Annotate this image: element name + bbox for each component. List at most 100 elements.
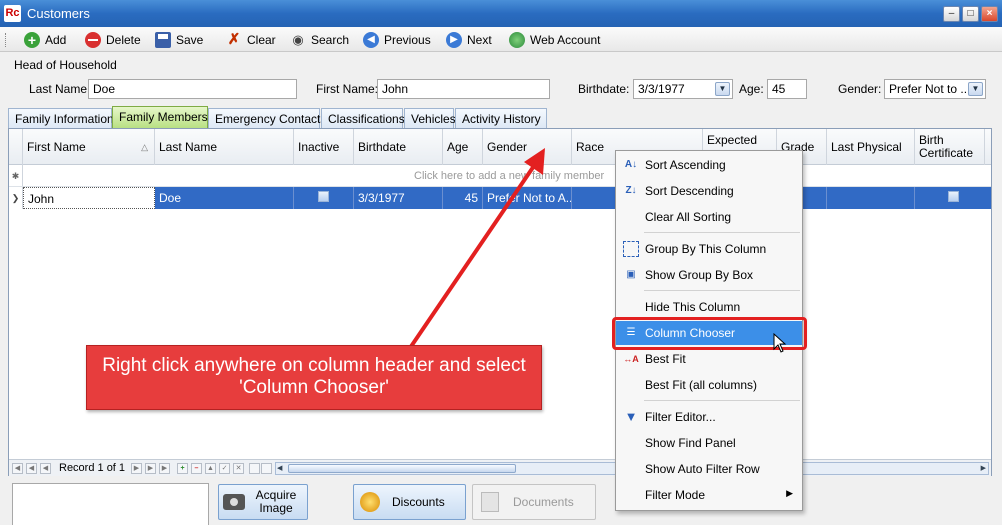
menu-item-hide-column[interactable]: Hide This Column (616, 295, 802, 319)
column-header-inactive[interactable]: Inactive (294, 129, 354, 165)
next-page-icon[interactable]: ▶ (145, 463, 156, 474)
column-header-last-name[interactable]: Last Name (155, 129, 294, 165)
tab-vehicles[interactable]: Vehicles (404, 108, 456, 128)
birthdate-field[interactable]: 3/3/1977 ▼ (633, 79, 733, 99)
add-button-label: Add (45, 32, 67, 47)
scroll-left-icon[interactable]: ◀ (277, 464, 282, 472)
row-indicator-icon: ❯ (9, 187, 23, 209)
first-name-field[interactable]: John (377, 79, 550, 99)
sort-az-icon: A↓ (624, 159, 638, 170)
column-header-age[interactable]: Age (443, 129, 483, 165)
menu-item-sort-descending[interactable]: Z↓ Sort Descending (616, 179, 802, 203)
cell-last-name[interactable]: Doe (155, 187, 294, 209)
delete-button[interactable]: Delete (85, 30, 141, 49)
toolbar-grip[interactable] (5, 33, 8, 47)
edit-record-icon[interactable]: ▲ (205, 463, 216, 474)
close-button[interactable]: × (981, 6, 998, 22)
inactive-checkbox[interactable] (318, 191, 329, 202)
table-row[interactable]: ❯ John Doe 3/3/1977 45 Prefer Not to A..… (9, 187, 991, 209)
last-name-field[interactable]: Doe (88, 79, 297, 99)
next-button-label: Next (467, 32, 492, 47)
prev-record-icon[interactable]: ◀ (40, 463, 51, 474)
column-header-gender[interactable]: Gender (483, 129, 572, 165)
clear-x-icon: ✗ (227, 30, 241, 48)
submenu-arrow-icon: ▶ (786, 488, 793, 498)
save-button[interactable]: Save (155, 30, 203, 49)
record-navigator: ◀ ◀ ◀ Record 1 of 1 ▶ ▶ ▶ + – ▲ ✓ ✕ ◀ ▶ (9, 459, 991, 476)
record-counter: Record 1 of 1 (59, 462, 126, 474)
tab-family-members[interactable]: Family Members (112, 106, 208, 128)
tab-classifications[interactable]: Classifications (321, 108, 405, 128)
instruction-callout: Right click anywhere on column header an… (86, 345, 542, 410)
tab-family-information[interactable]: Family Information (8, 108, 114, 128)
gender-select[interactable]: Prefer Not to ... ▼ (884, 79, 986, 99)
header-indicator (9, 129, 23, 165)
add-button[interactable]: + Add (24, 30, 66, 49)
cell-age[interactable]: 45 (443, 187, 483, 209)
cell-birthdate[interactable]: 3/3/1977 (354, 187, 443, 209)
menu-item-best-fit-all[interactable]: Best Fit (all columns) (616, 373, 802, 397)
cell-birth-certificate[interactable] (915, 187, 991, 209)
cell-last-physical[interactable] (827, 187, 915, 209)
menu-item-show-auto-filter-row[interactable]: Show Auto Filter Row (616, 457, 802, 481)
floppy-disk-icon (155, 31, 171, 48)
birthdate-label: Birthdate: (578, 82, 630, 96)
tab-emergency-contacts[interactable]: Emergency Contacts (208, 108, 326, 128)
acquire-image-label: Acquire Image (255, 488, 297, 515)
menu-item-clear-sorting[interactable]: Clear All Sorting (616, 205, 802, 229)
chevron-down-icon[interactable]: ▼ (715, 82, 730, 96)
web-account-button[interactable]: Web Account (509, 30, 601, 49)
birth-certificate-checkbox[interactable] (947, 191, 959, 202)
end-edit-icon[interactable]: ✓ (219, 463, 230, 474)
birthdate-value: 3/3/1977 (638, 82, 685, 96)
scroll-right-icon[interactable]: ▶ (981, 464, 986, 472)
family-members-grid: First Name △ Last Name Inactive Birthdat… (8, 128, 992, 476)
menu-item-filter-mode[interactable]: Filter Mode ▶ (616, 483, 802, 507)
age-field[interactable]: 45 (767, 79, 807, 99)
new-row[interactable]: ✱ Click here to add a new family member (9, 165, 991, 187)
minimize-button[interactable]: – (943, 6, 960, 22)
prev-page-icon[interactable]: ◀ (26, 463, 37, 474)
cancel-edit-icon[interactable]: ✕ (233, 463, 244, 474)
next-record-icon[interactable]: ▶ (131, 463, 142, 474)
toolbar: + Add Delete Save ✗ Clear ◉ Search ◀ Pre… (0, 27, 1002, 52)
column-header-first-name[interactable]: First Name △ (23, 129, 155, 165)
scroll-thumb[interactable] (288, 464, 516, 473)
arrow-left-icon: ◀ (363, 31, 379, 48)
menu-item-show-group-by-box[interactable]: ▣ Show Group By Box (616, 263, 802, 287)
menu-item-group-by-column[interactable]: Group By This Column (616, 237, 802, 261)
menu-item-sort-ascending[interactable]: A↓ Sort Ascending (616, 153, 802, 177)
menu-item-filter-editor[interactable]: ▼ Filter Editor... (616, 405, 802, 429)
documents-button[interactable]: Documents (472, 484, 596, 520)
arrow-right-icon: ▶ (446, 31, 462, 48)
camera-icon (223, 494, 245, 510)
search-button[interactable]: ◉ Search (290, 30, 349, 49)
clear-button[interactable]: ✗ Clear (226, 30, 276, 49)
acquire-image-button[interactable]: Acquire Image (218, 484, 308, 520)
cell-gender[interactable]: Prefer Not to A... (483, 187, 572, 209)
grid-header[interactable]: First Name △ Last Name Inactive Birthdat… (9, 129, 991, 165)
column-header-last-physical[interactable]: Last Physical (827, 129, 915, 165)
chevron-down-icon[interactable]: ▼ (968, 82, 983, 96)
first-record-icon[interactable]: ◀ (12, 463, 23, 474)
menu-item-show-find-panel[interactable]: Show Find Panel (616, 431, 802, 455)
previous-button[interactable]: ◀ Previous (363, 30, 431, 49)
head-of-household-label: Head of Household (14, 58, 117, 72)
next-button[interactable]: ▶ Next (446, 30, 492, 49)
bottom-panel: Acquire Image Discounts Documents (0, 478, 1002, 525)
cell-inactive[interactable] (294, 187, 354, 209)
gender-label: Gender: (838, 82, 882, 96)
previous-button-label: Previous (384, 32, 431, 47)
discounts-button[interactable]: Discounts (353, 484, 466, 520)
group-box-icon: ▣ (626, 269, 636, 280)
delete-record-icon[interactable]: – (191, 463, 202, 474)
column-header-birthdate[interactable]: Birthdate (354, 129, 443, 165)
cell-first-name[interactable]: John (23, 187, 155, 209)
tab-activity-history[interactable]: Activity History (455, 108, 547, 128)
maximize-button[interactable]: □ (962, 6, 979, 22)
last-record-icon[interactable]: ▶ (159, 463, 170, 474)
binoculars-icon: ◉ (292, 31, 304, 47)
coins-icon (360, 492, 380, 512)
append-record-icon[interactable]: + (177, 463, 188, 474)
column-header-birth-certificate[interactable]: Birth Certificate (915, 129, 985, 165)
